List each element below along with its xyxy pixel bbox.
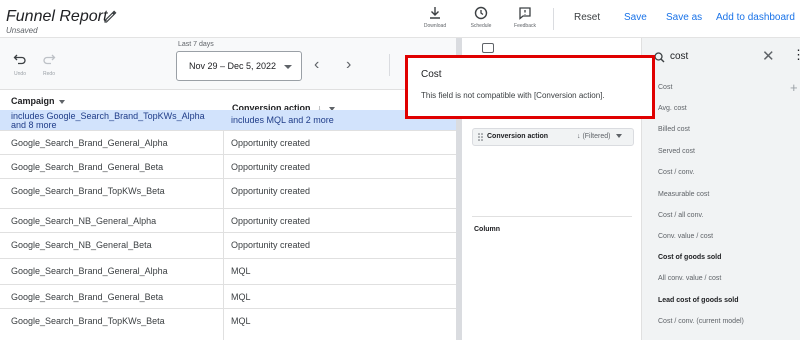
redo-label: Redo: [43, 71, 55, 77]
field-item[interactable]: All conv. value / cost: [658, 275, 721, 282]
feedback-button[interactable]: Feedback: [505, 6, 545, 29]
arrow-down-icon: ↓: [577, 133, 581, 140]
table-row[interactable]: Google_Search_Brand_TopKWs_Beta Opportun…: [0, 178, 456, 202]
field-item[interactable]: Cost of goods sold: [658, 254, 721, 261]
close-icon[interactable]: ✕: [762, 47, 775, 65]
field-item[interactable]: Lead cost of goods sold: [658, 297, 739, 304]
field-item[interactable]: Cost / all conv.: [658, 212, 703, 219]
chip-label: Conversion action: [487, 133, 549, 140]
table-header: Campaign Conversion action ↓ includes Go…: [0, 90, 456, 130]
report-toolbar: Undo Redo Last 7 days Nov 29 – Dec 5, 20…: [0, 38, 470, 90]
campaign-cell: Google_Search_Brand_TopKWs_Beta: [11, 186, 165, 196]
conversion-cell: Opportunity created: [231, 186, 311, 196]
undo-button[interactable]: Undo: [10, 52, 30, 77]
campaign-filter[interactable]: includes Google_Search_Brand_TopKWs_Alph…: [11, 112, 216, 130]
chip-filter-label: (Filtered): [582, 133, 611, 140]
top-bar: Funnel Report Unsaved Download Schedule …: [0, 0, 800, 38]
table-row[interactable]: Google_Search_Brand_TopKWs_Beta MQL: [0, 308, 456, 332]
field-picker: cost ✕ ⋮ + Cost Avg. cost Billed cost Se…: [642, 38, 800, 340]
report-title[interactable]: Funnel Report: [6, 8, 107, 26]
search-icon: [654, 52, 665, 63]
clock-icon: [474, 6, 488, 20]
conversion-cell: Opportunity created: [231, 240, 311, 250]
feedback-label: Feedback: [514, 23, 536, 29]
undo-icon: [13, 54, 26, 65]
toolbar-divider: [389, 54, 390, 76]
table-row[interactable]: Google_Search_Brand_General_Alpha MQL: [0, 258, 456, 282]
conversion-cell: Opportunity created: [231, 138, 311, 148]
field-item[interactable]: Billed cost: [658, 126, 690, 133]
add-field-icon[interactable]: +: [790, 80, 798, 95]
drag-handle-icon[interactable]: [478, 133, 483, 141]
chart-type-icon[interactable]: [482, 43, 494, 53]
header-divider: [553, 8, 554, 30]
campaign-cell: Google_Search_NB_General_Alpha: [11, 216, 157, 226]
redo-button[interactable]: Redo: [39, 52, 59, 77]
schedule-label: Schedule: [470, 23, 492, 29]
conversion-cell: MQL: [231, 292, 251, 302]
tooltip-message: This field is not compatible with [Conve…: [421, 91, 605, 100]
conversion-cell: MQL: [231, 266, 251, 276]
download-label: Download: [423, 23, 447, 29]
next-period-button[interactable]: ›: [346, 57, 351, 73]
campaign-cell: Google_Search_NB_General_Beta: [11, 240, 152, 250]
field-item[interactable]: Avg. cost: [658, 105, 687, 112]
campaign-cell: Google_Search_Brand_General_Alpha: [11, 138, 168, 148]
conversion-cell: MQL: [231, 316, 251, 326]
field-item[interactable]: Measurable cost: [658, 191, 709, 198]
incompatible-field-tooltip: Cost This field is not compatible with […: [405, 55, 655, 119]
table-row[interactable]: Google_Search_Brand_General_Alpha Opport…: [0, 130, 456, 154]
table-row[interactable]: Google_Search_Brand_General_Beta MQL: [0, 284, 456, 308]
redo-icon: [43, 54, 56, 65]
section-divider: [472, 216, 632, 217]
caret-down-icon: [616, 134, 623, 139]
date-range-caption: Last 7 days: [178, 41, 214, 48]
campaign-cell: Google_Search_Brand_General_Beta: [11, 162, 164, 172]
tooltip-title: Cost: [421, 69, 442, 80]
reset-button[interactable]: Reset: [574, 12, 600, 23]
table-row[interactable]: Google_Search_NB_General_Alpha Opportuni…: [0, 208, 456, 232]
add-to-dashboard-button[interactable]: Add to dashboard: [716, 12, 795, 23]
column-header-campaign[interactable]: Campaign: [11, 96, 65, 106]
date-range-value: Nov 29 – Dec 5, 2022: [189, 61, 277, 71]
column-divider: [223, 130, 224, 340]
conversion-filter[interactable]: includes MQL and 2 more: [231, 116, 334, 125]
caret-down-icon: [284, 65, 292, 69]
column-section-label: Column: [474, 226, 501, 233]
column-header-label: Campaign: [11, 96, 55, 106]
schedule-button[interactable]: Schedule: [461, 6, 501, 29]
conversion-cell: Opportunity created: [231, 162, 311, 172]
save-as-button[interactable]: Save as: [666, 12, 702, 23]
field-item[interactable]: Conv. value / cost: [658, 233, 713, 240]
caret-down-icon: [58, 99, 65, 104]
report-table: Campaign Conversion action ↓ includes Go…: [0, 90, 456, 340]
date-range-selector[interactable]: Nov 29 – Dec 5, 2022: [176, 51, 302, 81]
table-row[interactable]: Google_Search_NB_General_Beta Opportunit…: [0, 232, 456, 256]
campaign-cell: Google_Search_Brand_General_Alpha: [11, 266, 168, 276]
conversion-cell: Opportunity created: [231, 216, 311, 226]
campaign-cell: Google_Search_Brand_TopKWs_Beta: [11, 316, 165, 326]
save-button[interactable]: Save: [624, 12, 647, 23]
download-button[interactable]: Download: [415, 6, 455, 29]
undo-label: Undo: [14, 71, 26, 77]
filter-row[interactable]: includes Google_Search_Brand_TopKWs_Alph…: [0, 110, 456, 130]
download-icon: [430, 7, 440, 19]
field-item[interactable]: Cost / conv. (current model): [658, 318, 744, 325]
field-item[interactable]: Cost: [658, 84, 672, 91]
feedback-icon: [519, 7, 531, 20]
pencil-icon[interactable]: [102, 8, 118, 24]
chip-filter-status: ↓ (Filtered): [577, 133, 623, 140]
conversion-action-chip[interactable]: Conversion action ↓ (Filtered): [472, 128, 634, 146]
campaign-cell: Google_Search_Brand_General_Beta: [11, 292, 164, 302]
more-options-icon[interactable]: ⋮: [792, 48, 800, 61]
previous-period-button[interactable]: ‹: [314, 57, 319, 73]
field-item[interactable]: Cost / conv.: [658, 169, 694, 176]
field-search-input[interactable]: cost: [670, 51, 688, 62]
report-status: Unsaved: [6, 26, 38, 35]
table-row[interactable]: Google_Search_Brand_General_Beta Opportu…: [0, 154, 456, 178]
field-item[interactable]: Served cost: [658, 148, 695, 155]
